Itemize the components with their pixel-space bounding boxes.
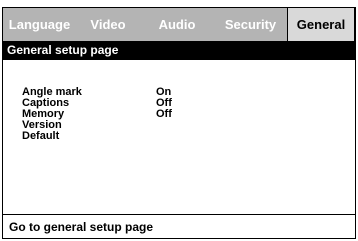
tab-bar: Language Video Audio Security General: [3, 8, 355, 41]
tab-general[interactable]: General: [287, 8, 355, 41]
setup-window: Language Video Audio Security General Ge…: [2, 7, 356, 239]
tab-security[interactable]: Security: [214, 8, 287, 41]
page-title: General setup page: [3, 41, 355, 60]
setting-value: Off: [156, 108, 172, 120]
tab-video[interactable]: Video: [76, 8, 140, 41]
setting-label: Default: [22, 130, 60, 142]
tab-language[interactable]: Language: [3, 8, 76, 41]
status-bar-text: Go to general setup page: [9, 220, 154, 234]
tab-audio[interactable]: Audio: [140, 8, 214, 41]
